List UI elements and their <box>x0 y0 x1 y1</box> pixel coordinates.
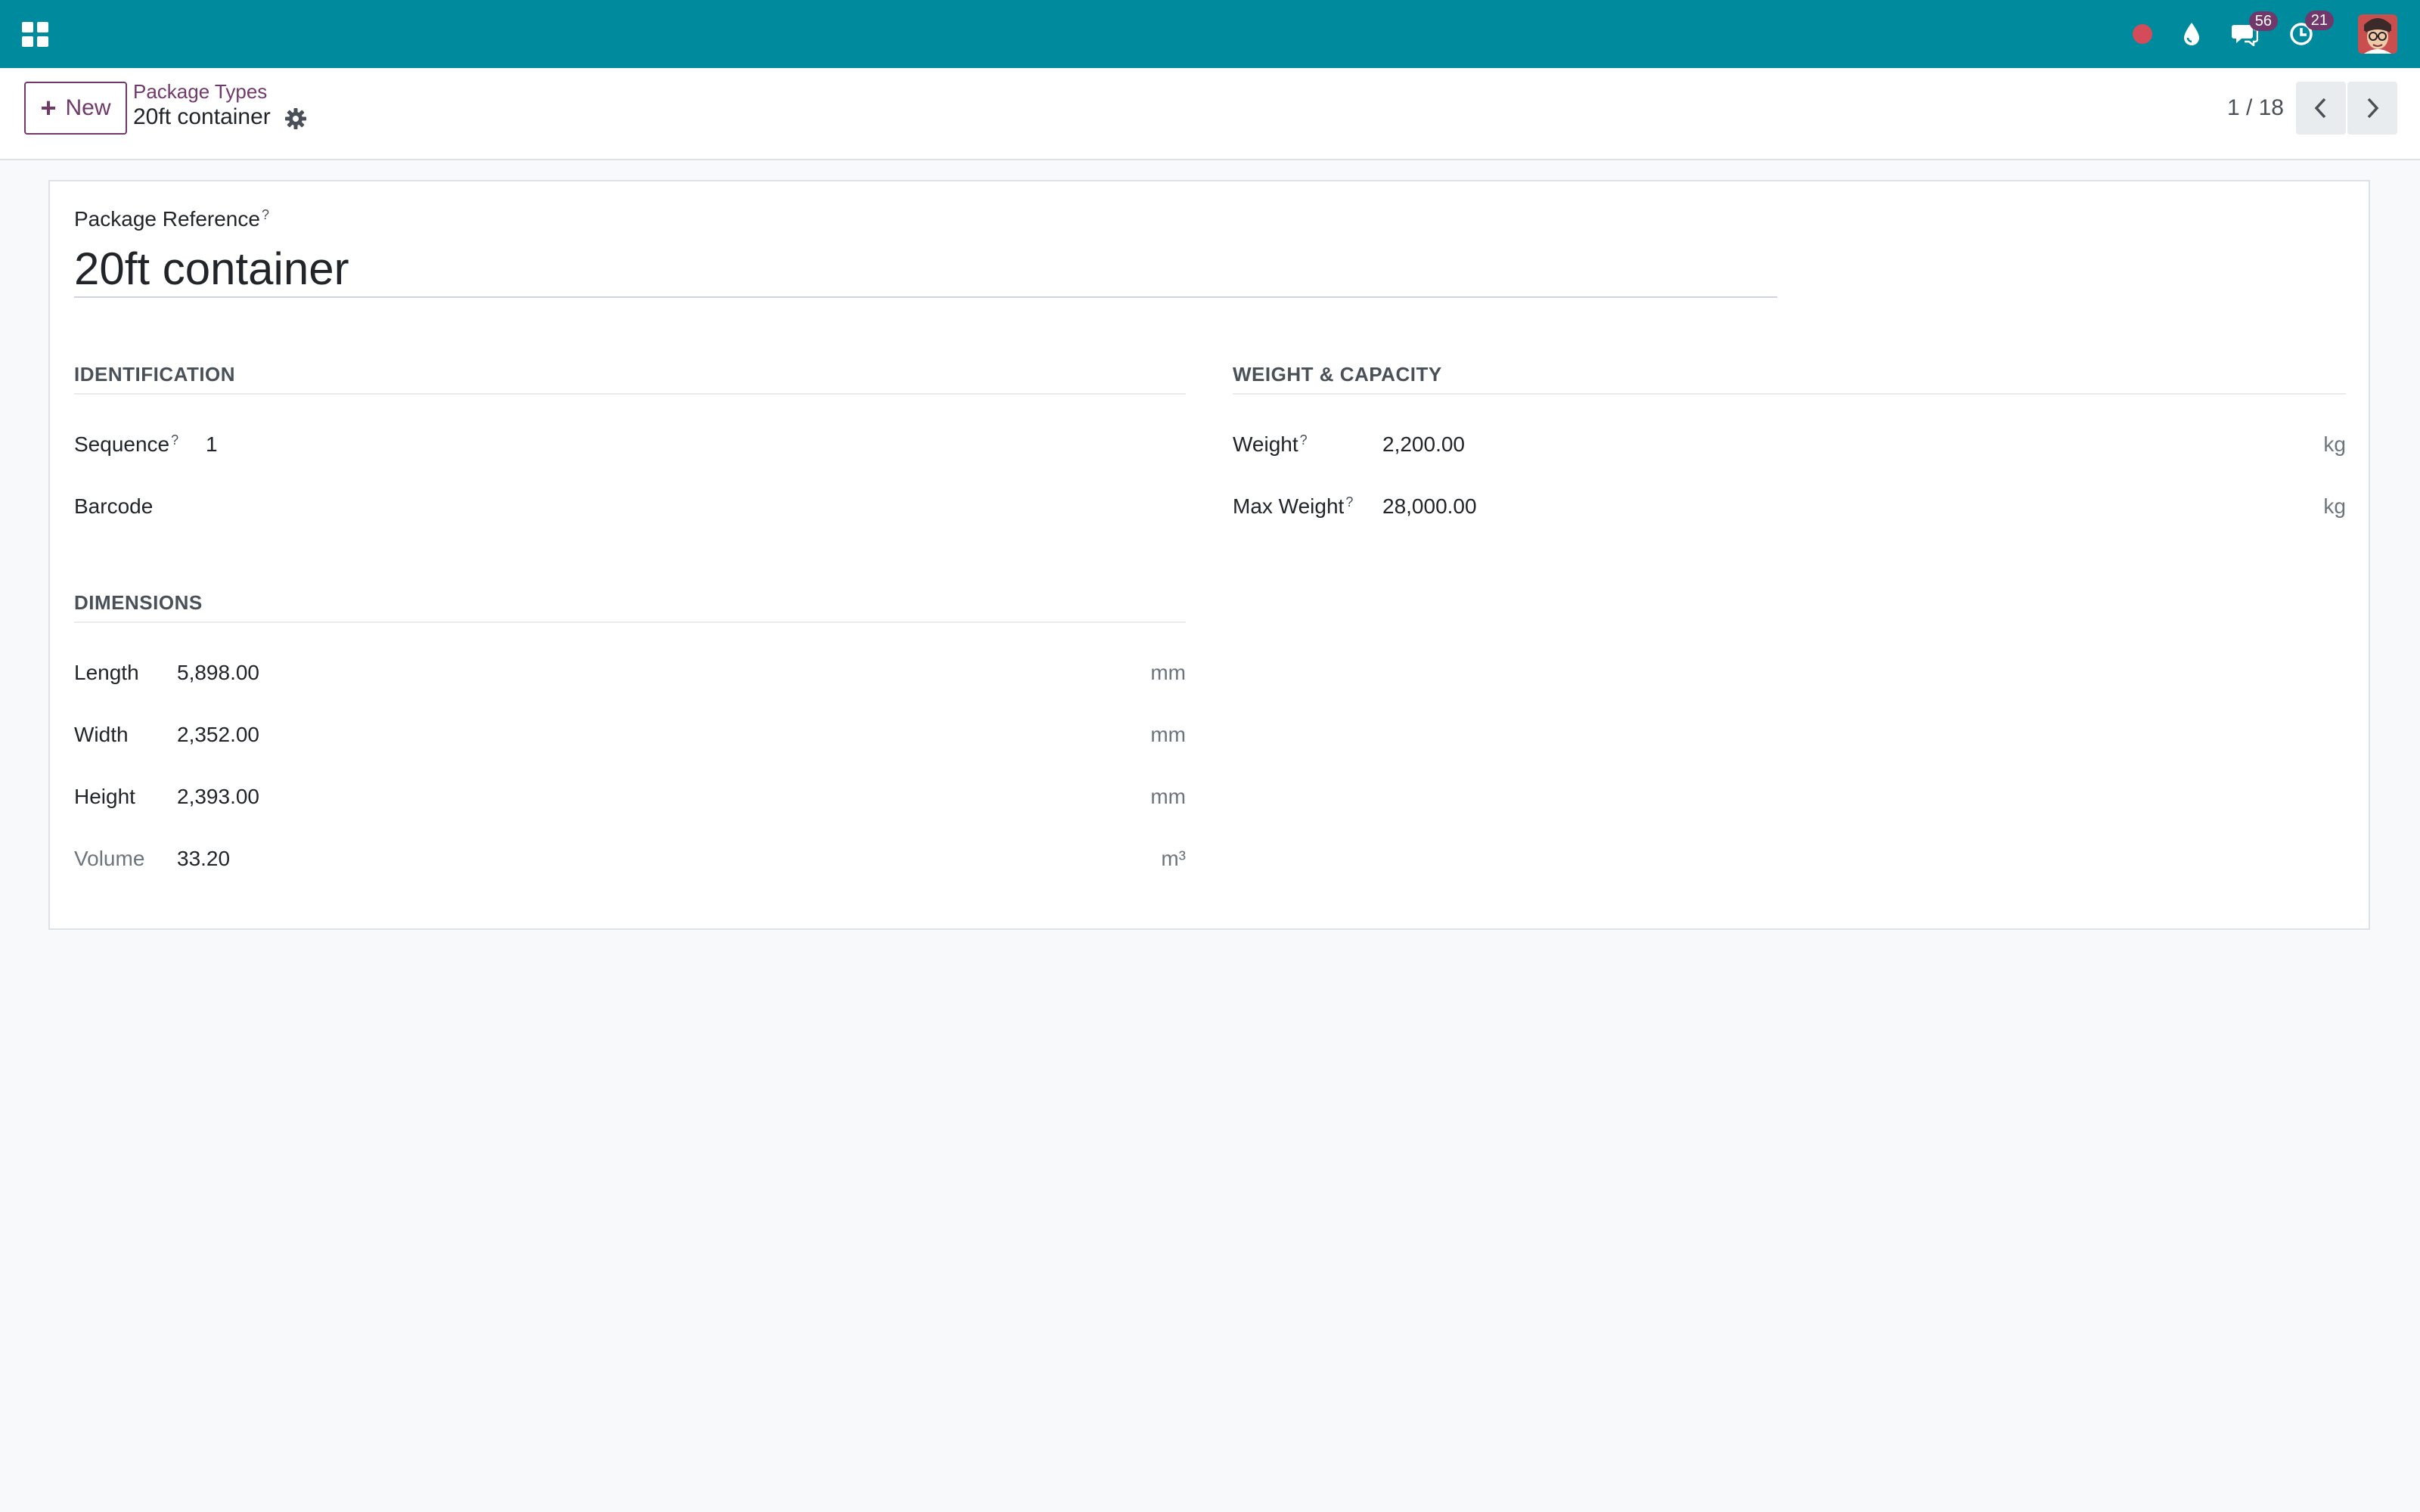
sequence-input[interactable]: 1 <box>206 432 218 457</box>
top-navbar: 56 21 <box>0 0 2420 68</box>
breadcrumb-current-record: 20ft container <box>133 104 271 129</box>
app-menu-icon[interactable] <box>21 20 48 48</box>
sequence-row: Sequence? 1 <box>74 422 1186 467</box>
width-row: Width 2,352.00 mm <box>74 712 1186 758</box>
weight-input[interactable]: 2,200.00 <box>1382 432 1465 457</box>
package-reference-input[interactable]: 20ft container <box>74 240 1777 298</box>
help-tooltip-icon[interactable]: ? <box>262 207 269 222</box>
barcode-input[interactable] <box>206 491 1181 522</box>
max-weight-label: Max Weight? <box>1233 494 1354 518</box>
breadcrumb-package-types[interactable]: Package Types <box>133 80 267 104</box>
length-input[interactable]: 5,898.00 <box>177 661 259 685</box>
max-weight-unit: kg <box>2323 494 2346 518</box>
weight-unit: kg <box>2323 432 2346 456</box>
help-tooltip-icon[interactable]: ? <box>1345 494 1353 510</box>
length-label: Length <box>74 661 139 684</box>
pager-value[interactable]: 1 / 18 <box>2208 95 2284 121</box>
weight-row: Weight? 2,200.00 kg <box>1233 422 2346 467</box>
height-input[interactable]: 2,393.00 <box>177 785 259 809</box>
length-row: Length 5,898.00 mm <box>74 650 1186 696</box>
weight-label: Weight? <box>1233 432 1308 456</box>
width-label: Width <box>74 723 129 746</box>
messages-badge: 56 <box>2248 11 2278 31</box>
systray: 56 21 <box>2102 0 2397 68</box>
weight-capacity-group-title: Weight & Capacity <box>1233 363 2346 395</box>
new-button[interactable]: + New <box>24 82 127 135</box>
volume-value: 33.20 <box>177 847 231 870</box>
height-label: Height <box>74 785 135 808</box>
activities-badge: 21 <box>2304 11 2334 30</box>
user-avatar[interactable] <box>2358 14 2397 54</box>
droplet-icon[interactable] <box>2183 22 2201 46</box>
help-tooltip-icon[interactable]: ? <box>171 432 178 448</box>
activities-icon[interactable]: 21 <box>2288 11 2334 47</box>
volume-label: Volume <box>74 847 145 870</box>
messages-icon[interactable]: 56 <box>2231 11 2278 46</box>
chevron-right-icon <box>2367 98 2379 119</box>
barcode-row: Barcode <box>74 484 1186 529</box>
volume-row: Volume 33.20 m³ <box>74 836 1186 881</box>
identification-group-title: Identification <box>74 363 1186 395</box>
max-weight-row: Max Weight? 28,000.00 kg <box>1233 484 2346 529</box>
sequence-label: Sequence? <box>74 432 179 456</box>
width-input[interactable]: 2,352.00 <box>177 723 259 747</box>
pager-next-button[interactable] <box>2347 82 2397 135</box>
height-unit: mm <box>1150 785 1186 808</box>
new-button-label: New <box>65 95 111 120</box>
plus-icon: + <box>40 92 57 123</box>
control-panel: + New Package Types 20ft container 1 / 1… <box>0 68 2420 160</box>
gear-icon[interactable] <box>284 107 307 130</box>
barcode-label: Barcode <box>74 494 154 518</box>
help-tooltip-icon[interactable]: ? <box>1300 432 1308 448</box>
chevron-left-icon <box>2314 98 2326 119</box>
package-reference-label: Package Reference? <box>74 207 269 231</box>
record-indicator-icon[interactable] <box>2133 24 2152 44</box>
volume-unit: m³ <box>1161 847 1186 870</box>
pager-previous-button[interactable] <box>2296 82 2346 135</box>
dimensions-group-title: Dimensions <box>74 591 1186 623</box>
form-sheet: Package Reference? 20ft container Identi… <box>48 180 2370 930</box>
width-unit: mm <box>1150 723 1186 746</box>
max-weight-input[interactable]: 28,000.00 <box>1382 494 1477 519</box>
height-row: Height 2,393.00 mm <box>74 774 1186 820</box>
length-unit: mm <box>1150 661 1186 684</box>
